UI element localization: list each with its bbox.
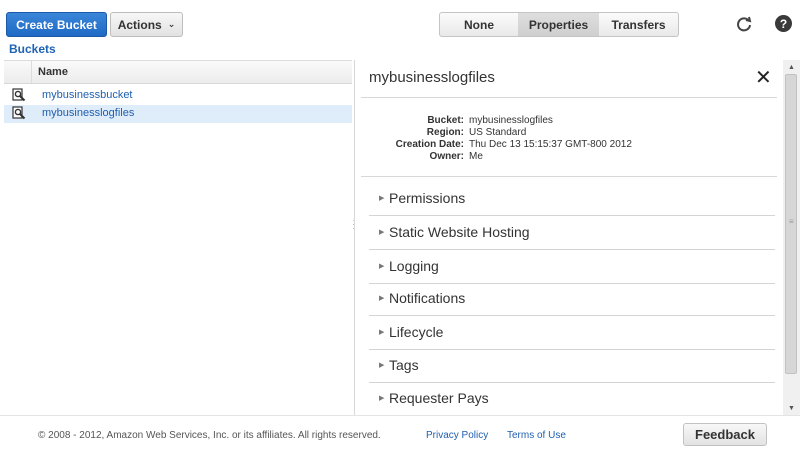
meta-value: Thu Dec 13 15:15:37 GMT-800 2012 <box>469 139 632 150</box>
toolbar: Create Bucket Actions ⌄ None Properties … <box>0 0 800 42</box>
section-logging[interactable]: ▶ Logging <box>369 250 775 284</box>
expand-arrow-icon: ▶ <box>379 395 385 402</box>
section-lifecycle[interactable]: ▶ Lifecycle <box>369 316 775 350</box>
properties-scrollbar[interactable]: ▲ ≡ ▼ <box>783 60 800 415</box>
feedback-button[interactable]: Feedback <box>683 423 767 446</box>
meta-row-bucket: Bucket: mybusinesslogfiles <box>355 115 775 126</box>
metadata-divider <box>361 176 777 177</box>
properties-title: mybusinesslogfiles <box>369 69 495 86</box>
thumb-grip-icon: ≡ <box>789 217 794 226</box>
meta-value: mybusinesslogfiles <box>469 115 553 126</box>
privacy-policy-link[interactable]: Privacy Policy <box>426 430 488 441</box>
bucket-list: Name mybusinessbucket mybusinesslogfiles <box>4 60 352 415</box>
section-label: Logging <box>389 258 439 274</box>
create-bucket-button[interactable]: Create Bucket <box>6 12 107 37</box>
section-label: Tags <box>389 357 419 373</box>
meta-value: US Standard <box>469 127 527 138</box>
section-notifications[interactable]: ▶ Notifications <box>369 282 775 316</box>
meta-row-owner: Owner: Me <box>355 151 775 162</box>
meta-row-creation-date: Creation Date: Thu Dec 13 15:15:37 GMT-8… <box>355 139 775 150</box>
section-label: Lifecycle <box>389 324 444 340</box>
meta-key: Region: <box>426 127 464 138</box>
bucket-name-link[interactable]: mybusinesslogfiles <box>42 107 134 119</box>
terms-of-use-link[interactable]: Terms of Use <box>507 430 566 441</box>
meta-row-region: Region: US Standard <box>355 127 775 138</box>
meta-value: Me <box>469 151 483 162</box>
view-none-button[interactable]: None <box>439 12 519 37</box>
section-tags[interactable]: ▶ Tags <box>369 349 775 383</box>
bucket-row[interactable]: mybusinessbucket <box>4 87 352 105</box>
magnifier-icon[interactable] <box>12 106 26 120</box>
expand-arrow-icon: ▶ <box>379 295 385 302</box>
close-icon[interactable]: ✕ <box>755 65 772 90</box>
scroll-down-icon[interactable]: ▼ <box>783 401 800 415</box>
copyright-text: © 2008 - 2012, Amazon Web Services, Inc.… <box>38 430 381 441</box>
expand-arrow-icon: ▶ <box>379 263 385 270</box>
buckets-title: Buckets <box>9 42 56 56</box>
column-header-label: Name <box>38 66 68 78</box>
column-gutter <box>4 61 32 83</box>
help-icon[interactable]: ? <box>775 15 792 32</box>
bucket-row-selected[interactable]: mybusinesslogfiles <box>4 105 352 123</box>
chevron-down-icon: ⌄ <box>167 19 176 29</box>
title-divider <box>361 97 777 98</box>
scroll-up-icon[interactable]: ▲ <box>783 60 800 74</box>
bucket-metadata: Bucket: mybusinesslogfiles Region: US St… <box>355 115 775 163</box>
expand-arrow-icon: ▶ <box>379 329 385 336</box>
refresh-icon[interactable] <box>735 14 753 34</box>
meta-key: Bucket: <box>427 115 464 126</box>
expand-arrow-icon: ▶ <box>379 195 385 202</box>
section-label: Permissions <box>389 190 466 206</box>
section-static-website-hosting[interactable]: ▶ Static Website Hosting <box>369 216 775 250</box>
magnifier-icon[interactable] <box>12 88 26 102</box>
section-label: Requester Pays <box>389 390 489 406</box>
view-properties-button[interactable]: Properties <box>518 12 600 37</box>
view-transfers-button[interactable]: Transfers <box>599 12 679 37</box>
scrollbar-thumb[interactable]: ≡ <box>785 74 797 374</box>
section-permissions[interactable]: ▶ Permissions <box>369 182 775 216</box>
actions-label: Actions <box>117 17 162 32</box>
section-requester-pays[interactable]: ▶ Requester Pays <box>369 382 775 415</box>
section-label: Static Website Hosting <box>389 224 530 240</box>
expand-arrow-icon: ▶ <box>379 229 385 236</box>
meta-key: Owner: <box>429 151 464 162</box>
footer-divider <box>0 415 800 416</box>
name-column-header[interactable]: Name <box>4 61 352 84</box>
actions-dropdown-button[interactable]: Actions ⌄ <box>110 12 183 37</box>
bucket-name-link[interactable]: mybusinessbucket <box>42 89 133 101</box>
expand-arrow-icon: ▶ <box>379 362 385 369</box>
section-label: Notifications <box>389 290 466 306</box>
properties-panel: mybusinesslogfiles ✕ Bucket: mybusinessl… <box>355 60 782 415</box>
meta-key: Creation Date: <box>395 139 464 150</box>
